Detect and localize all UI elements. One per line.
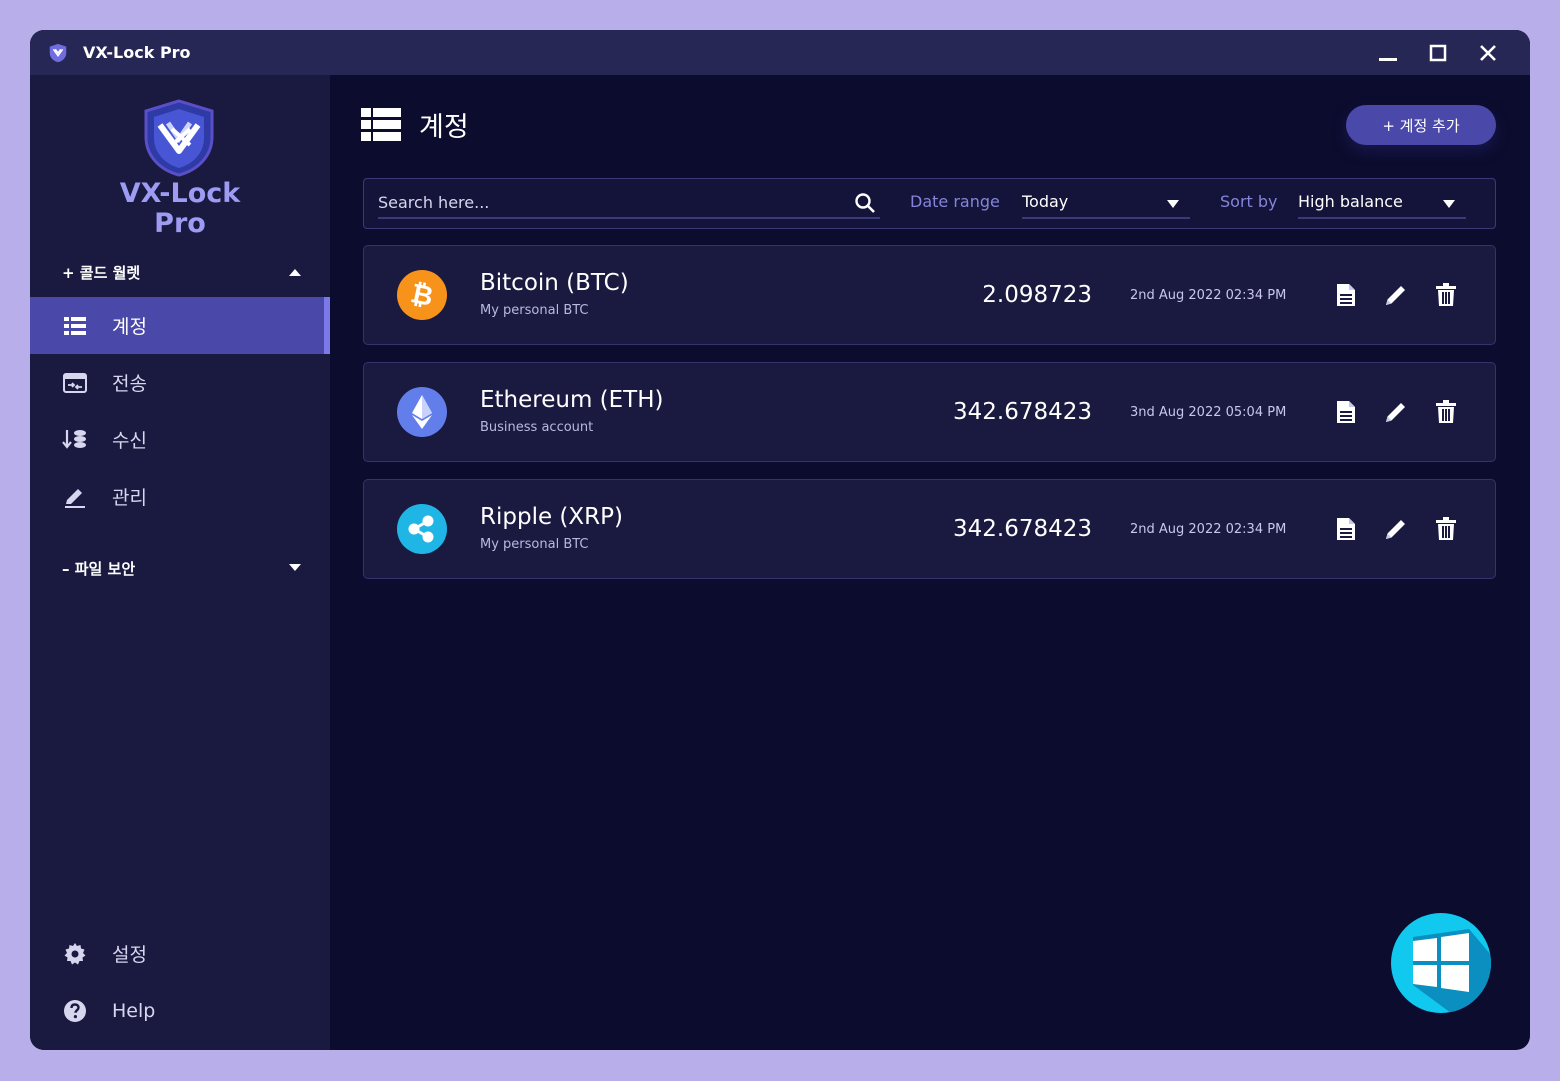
sidebar-item-settings-label: 설정 xyxy=(112,944,147,966)
help-icon xyxy=(62,998,88,1024)
document-icon xyxy=(1337,284,1355,306)
pencil-icon xyxy=(1386,520,1405,539)
close-icon xyxy=(1480,44,1496,61)
maximize-icon xyxy=(1429,44,1447,61)
account-balance: 2.098723 xyxy=(982,282,1092,308)
date-range-select[interactable]: Today xyxy=(1022,187,1190,219)
search-box xyxy=(378,187,880,219)
sidebar-item-help-label: Help xyxy=(112,999,156,1022)
account-subtitle: Business account xyxy=(480,420,594,435)
close-button[interactable] xyxy=(1463,30,1513,75)
page-list-icon xyxy=(361,108,401,141)
caret-down-icon xyxy=(289,564,301,571)
minimize-button[interactable] xyxy=(1363,30,1413,75)
section-file-security-label: – 파일 보안 xyxy=(62,559,136,578)
transfer-icon xyxy=(62,370,88,396)
edit-icon xyxy=(62,484,88,510)
receive-icon xyxy=(62,427,88,453)
chevron-down-icon xyxy=(1443,200,1455,208)
bitcoin-icon: ₿ xyxy=(397,270,447,320)
date-range-value: Today xyxy=(1022,192,1069,211)
account-balance: 342.678423 xyxy=(952,516,1092,542)
sidebar-item-transfer[interactable]: 전송 xyxy=(30,354,330,411)
account-subtitle: My personal BTC xyxy=(480,303,589,318)
details-button[interactable] xyxy=(1333,399,1359,425)
sidebar-item-manage[interactable]: 관리 xyxy=(30,468,330,525)
main-content: 계정 + 계정 추가 Date range Today Sort by High… xyxy=(330,75,1530,1050)
brand-name: VX-Lock Pro xyxy=(30,179,330,239)
filter-toolbar: Date range Today Sort by High balance xyxy=(363,178,1496,229)
section-cold-wallet-label: + 콜드 월렛 xyxy=(62,263,141,282)
trash-icon xyxy=(1436,400,1456,423)
gear-icon xyxy=(62,941,88,967)
trash-icon xyxy=(1436,283,1456,306)
sort-by-select[interactable]: High balance xyxy=(1298,187,1466,219)
sidebar-item-accounts-label: 계정 xyxy=(112,316,147,338)
sidebar-item-help[interactable]: Help xyxy=(30,982,330,1039)
sidebar: VX-Lock Pro + 콜드 월렛 계정 전송 수신 관리 – 파일 보안 … xyxy=(30,75,330,1050)
sort-by-label: Sort by xyxy=(1220,192,1278,211)
caret-up-icon xyxy=(289,269,301,276)
brand-name-line1: VX-Lock xyxy=(119,178,241,209)
account-date: 3nd Aug 2022 05:04 PM xyxy=(1130,405,1287,420)
details-button[interactable] xyxy=(1333,516,1359,542)
search-icon[interactable] xyxy=(854,192,876,214)
account-date: 2nd Aug 2022 02:34 PM xyxy=(1130,288,1287,303)
delete-button[interactable] xyxy=(1433,399,1459,425)
trash-icon xyxy=(1436,517,1456,540)
title-bar: VX-Lock Pro xyxy=(30,30,1530,75)
sidebar-item-receive[interactable]: 수신 xyxy=(30,411,330,468)
account-card-xrp[interactable]: Ripple (XRP) My personal BTC 342.678423 … xyxy=(363,479,1496,579)
sidebar-item-accounts[interactable]: 계정 xyxy=(30,297,330,354)
document-icon xyxy=(1337,518,1355,540)
minimize-icon xyxy=(1379,57,1397,61)
account-name: Ethereum (ETH) xyxy=(480,387,664,413)
brand-name-line2: Pro xyxy=(154,208,206,239)
delete-button[interactable] xyxy=(1433,516,1459,542)
document-icon xyxy=(1337,401,1355,423)
add-account-button[interactable]: + 계정 추가 xyxy=(1346,105,1496,145)
sort-by-value: High balance xyxy=(1298,192,1403,211)
section-cold-wallet[interactable]: + 콜드 월렛 xyxy=(62,257,302,287)
account-subtitle: My personal BTC xyxy=(480,537,589,552)
edit-button[interactable] xyxy=(1383,399,1409,425)
app-window: VX-Lock Pro VX-Lock Pro + 콜드 월렛 계정 전송 수신… xyxy=(30,30,1530,1050)
account-balance: 342.678423 xyxy=(952,399,1092,425)
chevron-down-icon xyxy=(1167,200,1179,208)
pencil-icon xyxy=(1386,286,1405,305)
delete-button[interactable] xyxy=(1433,282,1459,308)
sidebar-item-transfer-label: 전송 xyxy=(112,373,147,395)
edit-button[interactable] xyxy=(1383,282,1409,308)
sidebar-item-manage-label: 관리 xyxy=(112,487,147,509)
sidebar-item-settings[interactable]: 설정 xyxy=(30,925,330,982)
maximize-button[interactable] xyxy=(1413,30,1463,75)
windows-logo-icon xyxy=(1391,913,1491,1013)
brand-shield-logo xyxy=(144,99,214,177)
section-file-security[interactable]: – 파일 보안 xyxy=(62,553,302,583)
date-range-label: Date range xyxy=(910,192,1000,211)
account-name: Bitcoin (BTC) xyxy=(480,270,629,296)
ripple-icon xyxy=(397,504,447,554)
sidebar-item-receive-label: 수신 xyxy=(112,430,147,452)
details-button[interactable] xyxy=(1333,282,1359,308)
edit-button[interactable] xyxy=(1383,516,1409,542)
window-title: VX-Lock Pro xyxy=(83,43,191,62)
page-title: 계정 xyxy=(419,112,469,143)
account-card-btc[interactable]: ₿ Bitcoin (BTC) My personal BTC 2.098723… xyxy=(363,245,1496,345)
account-name: Ripple (XRP) xyxy=(480,504,623,530)
account-date: 2nd Aug 2022 02:34 PM xyxy=(1130,522,1287,537)
list-icon xyxy=(62,313,88,339)
account-card-eth[interactable]: Ethereum (ETH) Business account 342.6784… xyxy=(363,362,1496,462)
pencil-icon xyxy=(1386,403,1405,422)
ethereum-icon xyxy=(397,387,447,437)
search-input[interactable] xyxy=(378,187,838,217)
app-logo-icon xyxy=(49,43,67,62)
